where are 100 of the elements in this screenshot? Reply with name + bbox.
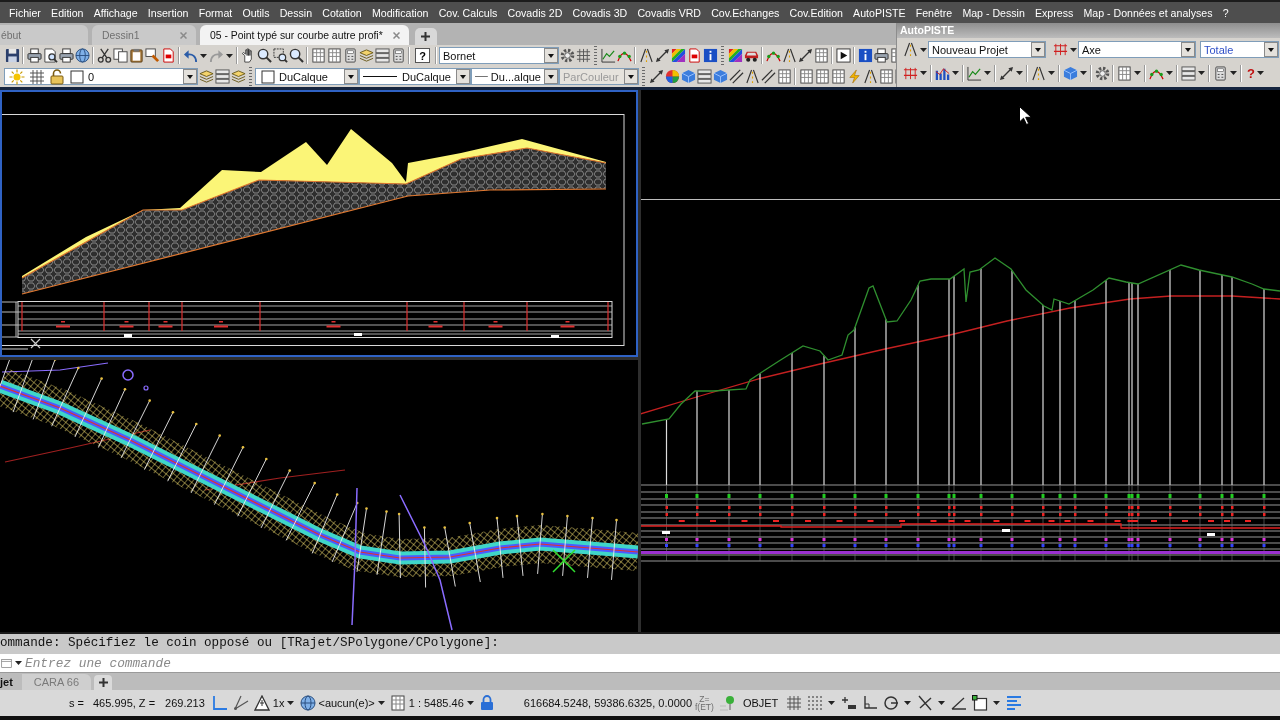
stack-icon[interactable] — [696, 69, 712, 84]
caret-icon[interactable] — [1197, 71, 1205, 75]
parallel-lines-icon[interactable] — [760, 69, 776, 84]
curve-points-icon[interactable] — [616, 48, 632, 63]
menu-item[interactable]: ? — [1217, 6, 1234, 19]
caret-icon[interactable] — [199, 53, 207, 58]
gear-icon[interactable] — [1094, 65, 1110, 81]
road-icon[interactable] — [744, 69, 760, 84]
menu-item[interactable]: Cov. Calculs — [433, 6, 503, 19]
caret-icon[interactable] — [1047, 71, 1055, 75]
menu-item[interactable]: Covadis VRD — [632, 6, 707, 19]
square-icon[interactable] — [971, 695, 988, 711]
double-arrow-icon[interactable] — [797, 48, 813, 63]
menu-item[interactable]: Express — [1029, 6, 1079, 19]
caret-icon[interactable] — [1229, 71, 1237, 75]
padlock-icon[interactable] — [48, 68, 65, 85]
menu-item[interactable]: AutoPISTE — [848, 6, 911, 19]
table-icon[interactable] — [1116, 65, 1132, 81]
info-icon[interactable] — [857, 48, 873, 63]
calculator-icon[interactable] — [390, 48, 406, 63]
dot-grid-icon[interactable] — [806, 695, 823, 711]
menu-item[interactable]: Edition — [46, 6, 89, 19]
printer-icon[interactable] — [873, 48, 889, 63]
stack-icon[interactable] — [214, 69, 230, 84]
back-arrow-icon[interactable] — [182, 48, 198, 63]
menu-item[interactable]: Map - Données et analyses — [1078, 6, 1218, 19]
caret-icon[interactable] — [1079, 71, 1087, 75]
table-icon[interactable] — [310, 48, 326, 63]
table-icon[interactable] — [390, 695, 407, 711]
road-icon[interactable] — [862, 69, 878, 84]
layers-icon[interactable] — [230, 69, 246, 84]
color-wheel-icon[interactable] — [664, 69, 680, 84]
printer-icon[interactable] — [58, 48, 74, 63]
brush-icon[interactable] — [144, 48, 160, 63]
text-style-dropdown[interactable]: Bornet — [439, 47, 559, 64]
scissors-icon[interactable] — [96, 48, 112, 63]
bar-chart-icon[interactable] — [934, 65, 950, 81]
annotation-scale-selector[interactable]: 1x — [272, 697, 285, 709]
caret-icon[interactable] — [225, 53, 233, 58]
linetype-dropdown[interactable]: DuCalque — [359, 68, 471, 85]
layers-icon[interactable] — [358, 48, 374, 63]
viewport-scale-selector[interactable]: 1 : 5485.46 — [408, 697, 464, 709]
menu-item[interactable]: Cotation — [317, 6, 367, 19]
stack-icon[interactable] — [374, 48, 390, 63]
square-swatch-icon[interactable] — [259, 68, 276, 85]
corner-icon[interactable] — [212, 695, 229, 711]
drawing-viewport[interactable] — [0, 360, 638, 632]
caret-icon[interactable] — [466, 701, 474, 705]
calculator-icon[interactable] — [1212, 65, 1228, 81]
menu-item[interactable]: Insertion — [142, 6, 194, 19]
sun-icon[interactable] — [8, 68, 25, 85]
lineweight-dropdown[interactable]: Du...alque — [471, 68, 559, 85]
caret-icon[interactable] — [1069, 47, 1077, 52]
table-icon[interactable] — [830, 69, 846, 84]
diagonal-stripes-icon[interactable] — [727, 48, 743, 63]
menu-item[interactable]: Fichier — [4, 6, 46, 19]
plus-icon[interactable] — [421, 32, 431, 41]
new-tab-button[interactable] — [414, 28, 437, 45]
grid-icon[interactable] — [1052, 42, 1068, 57]
menu-item[interactable]: Covadis 2D — [502, 6, 568, 19]
menu-item[interactable]: Cov.Edition — [784, 6, 848, 19]
magnifier-icon[interactable] — [288, 48, 304, 63]
parallel-lines-icon[interactable] — [728, 69, 744, 84]
menu-item[interactable]: Modification — [366, 6, 434, 19]
calculator-icon[interactable] — [342, 48, 358, 63]
magnifier-icon[interactable] — [272, 48, 288, 63]
menu-item[interactable]: Fenêtre — [910, 6, 958, 19]
menu-item[interactable]: Map - Dessin — [957, 6, 1030, 19]
close-icon[interactable] — [392, 31, 400, 39]
caret-icon[interactable] — [938, 701, 946, 705]
color-dropdown[interactable]: DuCalque — [255, 68, 359, 85]
magnifier-icon[interactable] — [256, 48, 272, 63]
table-icon[interactable] — [814, 69, 830, 84]
caret-icon[interactable] — [983, 71, 991, 75]
document-icon[interactable] — [160, 48, 176, 63]
profile-chart-icon[interactable] — [600, 48, 616, 63]
gear-icon[interactable] — [559, 48, 575, 63]
table-icon[interactable] — [798, 69, 814, 84]
road-icon[interactable] — [1030, 65, 1046, 81]
menu-item[interactable]: Affichage — [88, 6, 143, 19]
snap-mode-toggle[interactable]: OBJET — [742, 697, 779, 709]
info-icon[interactable] — [702, 48, 718, 63]
clipboard-icon[interactable] — [128, 48, 144, 63]
grid-icon[interactable] — [575, 48, 591, 63]
menu-item[interactable]: Cov.Echanges — [706, 6, 785, 19]
plus-bar-icon[interactable] — [840, 695, 857, 711]
table-icon[interactable] — [776, 69, 792, 84]
play-icon[interactable] — [835, 48, 851, 63]
table-icon[interactable] — [878, 69, 894, 84]
scope-dropdown[interactable]: Totale — [1200, 41, 1279, 58]
globe-icon[interactable] — [74, 48, 90, 63]
curve-points-icon[interactable] — [765, 48, 781, 63]
axis-dropdown[interactable]: Axe — [1078, 41, 1196, 58]
printer-icon[interactable] — [26, 48, 42, 63]
angle-lines-icon[interactable] — [233, 695, 250, 711]
menu-item[interactable]: Covadis 3D — [567, 6, 633, 19]
page-magnifier-icon[interactable] — [42, 48, 58, 63]
double-arrow-icon[interactable] — [998, 65, 1014, 81]
grid-icon[interactable] — [28, 68, 45, 85]
triangle-icon[interactable] — [254, 695, 271, 711]
